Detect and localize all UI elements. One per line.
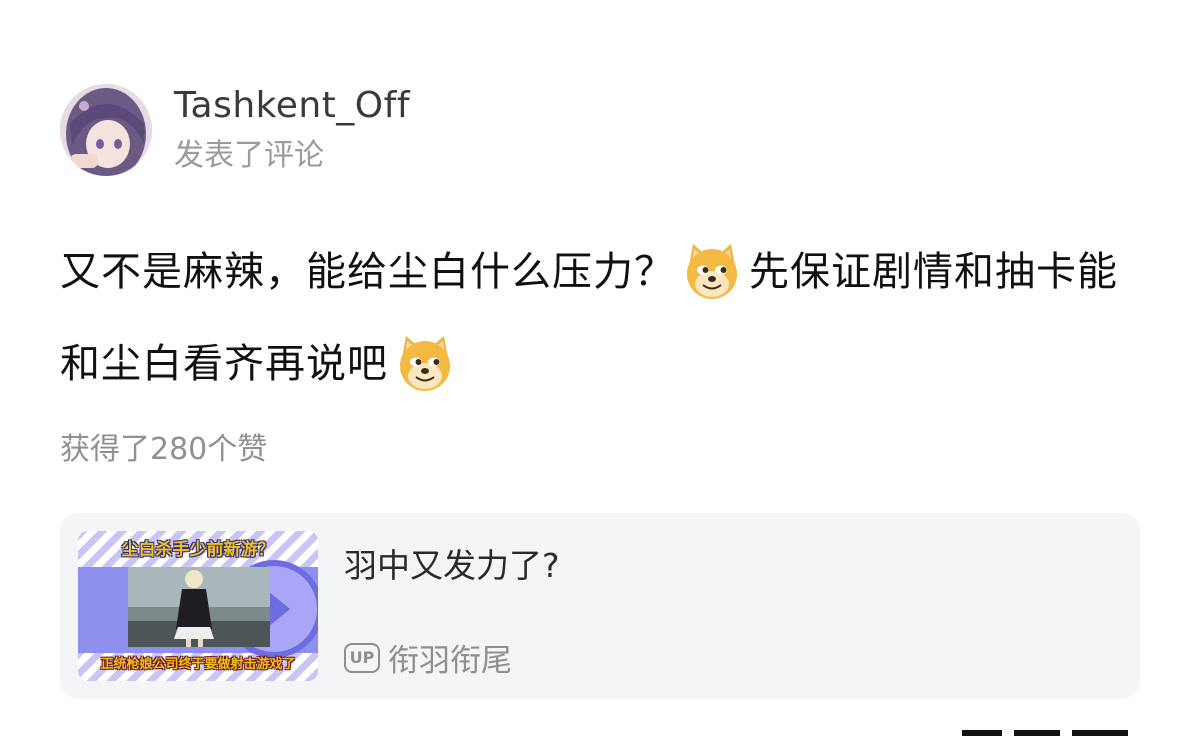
- uploader-row[interactable]: UP 衔羽衔尾: [344, 635, 512, 680]
- thumbnail-bottom-caption: 正统枪娘公司终于要做射击游戏了: [100, 657, 296, 672]
- comment-text: 又不是麻辣，能给尘白什么压力？ 先保证剧情和抽卡能和尘白看齐再说吧: [60, 226, 1150, 410]
- cut-off-content: [962, 730, 1128, 736]
- username[interactable]: Tashkent_Off: [174, 84, 410, 128]
- post-header: Tashkent_Off 发表了评论: [60, 84, 410, 176]
- up-badge-icon: UP: [344, 642, 380, 673]
- uploader-name[interactable]: 衔羽衔尾: [388, 635, 512, 680]
- video-thumbnail[interactable]: 尘白杀手少前新游？ 正统枪娘公司终于要做射击游戏了: [78, 531, 318, 681]
- video-card[interactable]: 尘白杀手少前新游？ 正统枪娘公司终于要做射击游戏了 羽中又发力了? UP 衔羽衔…: [60, 513, 1140, 699]
- comment-page: Tashkent_Off 发表了评论 又不是麻辣，能给尘白什么压力？ 先保证剧情…: [0, 0, 1200, 736]
- doge-emoji-icon: [683, 241, 741, 299]
- video-title[interactable]: 羽中又发力了?: [344, 539, 560, 587]
- thumbnail-top-caption: 尘白杀手少前新游？: [121, 540, 275, 560]
- avatar[interactable]: [60, 84, 152, 176]
- doge-emoji-icon: [396, 333, 454, 391]
- post-action-label: 发表了评论: [174, 138, 324, 173]
- like-count: 获得了280个赞: [60, 432, 268, 467]
- comment-text-part1: 又不是麻辣，能给尘白什么压力？: [60, 249, 675, 295]
